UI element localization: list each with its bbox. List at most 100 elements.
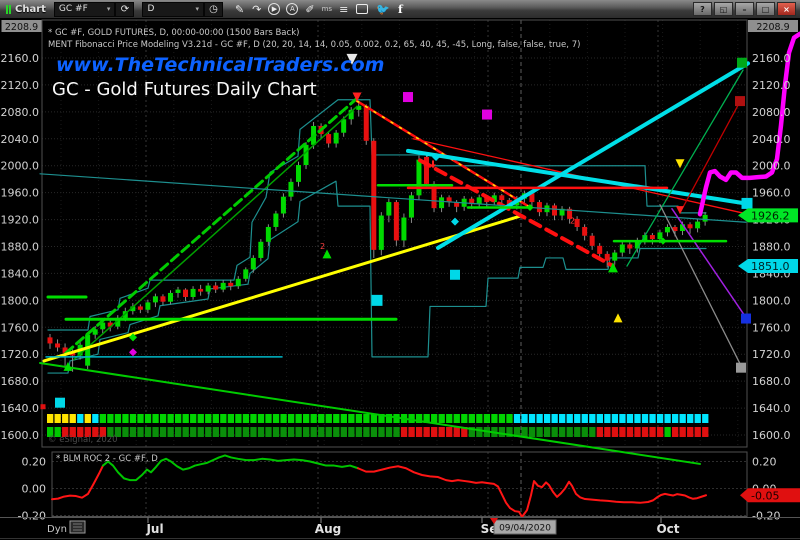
price-tick-label: 1680.0 bbox=[752, 375, 791, 388]
price-tick-label: 1600.0 bbox=[752, 429, 791, 442]
square-marker bbox=[371, 294, 383, 306]
trendline bbox=[418, 158, 615, 269]
triangle-up-marker bbox=[613, 313, 623, 323]
indicator-label: * BLM ROC 2 - GC #F, D bbox=[56, 454, 158, 464]
indicator-value-tag-label: -0.05 bbox=[751, 489, 779, 502]
square-marker bbox=[741, 197, 753, 209]
maximize-button[interactable]: □ bbox=[756, 2, 775, 16]
price-tick-label: 1800.0 bbox=[752, 294, 791, 307]
ms-label[interactable]: ms bbox=[322, 5, 332, 13]
refresh-icon: ⟳ bbox=[120, 3, 130, 15]
symbol-dropdown[interactable]: GC #F ▾ bbox=[53, 1, 116, 17]
price-tick-label: 2040.0 bbox=[752, 133, 791, 146]
help-button[interactable]: ? bbox=[693, 2, 712, 16]
symbol-description-line: * GC #F, GOLD FUTURES, D, 00:00-00:00 (1… bbox=[48, 28, 300, 38]
indicator-tick-label: -0.20 bbox=[752, 510, 780, 523]
price-tick-label: 2040.0 bbox=[1, 133, 40, 146]
roc-series bbox=[51, 464, 104, 501]
trendline bbox=[73, 105, 358, 361]
price-tick-label: 1680.0 bbox=[1, 375, 40, 388]
square-marker bbox=[735, 96, 745, 107]
play-icon[interactable]: ▶ bbox=[268, 3, 281, 15]
price-tick-label: 1760.0 bbox=[1, 321, 40, 334]
trendline bbox=[679, 99, 742, 214]
indicator-tick-label: -0.20 bbox=[18, 510, 46, 523]
price-tick-label: 2080.0 bbox=[1, 106, 40, 119]
twitter-icon[interactable]: 🐦 bbox=[376, 4, 390, 15]
last-price-tag-label: 1926.2 bbox=[751, 209, 790, 222]
square-marker bbox=[741, 313, 751, 324]
chat-bubble-icon[interactable] bbox=[356, 4, 369, 14]
month-label: Jul bbox=[145, 522, 163, 536]
chart-window-icon bbox=[6, 4, 11, 14]
window-buttons: ? ◱ – □ × bbox=[693, 2, 796, 16]
minimize-button[interactable]: – bbox=[735, 2, 754, 16]
facebook-icon[interactable]: f bbox=[398, 3, 403, 16]
gray-square-marker bbox=[736, 362, 746, 373]
dyn-label: Dyn bbox=[47, 524, 67, 535]
square-marker bbox=[737, 57, 747, 68]
auto-replay-icon[interactable]: A bbox=[286, 3, 299, 15]
clock-icon: ◷ bbox=[209, 3, 218, 15]
eraser-icon[interactable]: ✐ bbox=[305, 4, 314, 15]
price-tick-label: 1720.0 bbox=[752, 348, 791, 361]
date-axis: Jul Aug Se OctDyn 09/04/2020 bbox=[0, 517, 800, 539]
interval-value: D bbox=[147, 4, 155, 14]
price-tick-label: 1920.0 bbox=[1, 214, 40, 227]
trendline bbox=[356, 100, 529, 207]
chevron-down-icon: ▾ bbox=[195, 5, 199, 13]
square-marker bbox=[55, 397, 65, 408]
price-tick-label: 2000.0 bbox=[1, 160, 40, 173]
redo-arrow-icon[interactable]: ↷ bbox=[252, 4, 261, 15]
chevron-down-icon: ▾ bbox=[106, 5, 111, 13]
watermark-link[interactable]: www.TheTechnicalTraders.com bbox=[56, 54, 384, 76]
price-tick-label: 1840.0 bbox=[1, 267, 40, 280]
indicator-tick-label: 0.00 bbox=[22, 483, 47, 496]
trendline bbox=[659, 204, 743, 369]
pencil-icon[interactable]: ✎ bbox=[235, 4, 244, 15]
triangle-down-marker bbox=[675, 159, 685, 169]
diamond-marker bbox=[129, 348, 137, 357]
indicator-tick-label: 0.20 bbox=[752, 456, 777, 469]
watchlist-icon[interactable]: ≡ bbox=[339, 4, 348, 15]
svg-text:2208.9: 2208.9 bbox=[756, 22, 789, 33]
refresh-data-button[interactable]: ⟳ bbox=[115, 1, 135, 17]
price-tick-label: 1600.0 bbox=[1, 429, 40, 442]
price-tick-label: 1760.0 bbox=[752, 321, 791, 334]
price-tick-label: 2000.0 bbox=[752, 160, 791, 173]
close-button[interactable]: × bbox=[777, 2, 796, 16]
month-label: Oct bbox=[656, 522, 679, 536]
trendline bbox=[39, 361, 701, 465]
month-label: Aug bbox=[315, 522, 341, 536]
indicator-tick-label: 0.20 bbox=[22, 456, 47, 469]
page-title: GC - Gold Futures Daily Chart bbox=[52, 79, 317, 100]
diamond-marker bbox=[451, 217, 459, 226]
window-title: Chart bbox=[15, 3, 46, 15]
price-tick-label: 2160.0 bbox=[1, 52, 40, 65]
trendline bbox=[42, 214, 522, 363]
square-marker bbox=[482, 109, 492, 120]
time-template-button[interactable]: ◷ bbox=[203, 1, 223, 17]
price-tick-label: 1640.0 bbox=[1, 402, 40, 415]
envelope-lower-band bbox=[47, 180, 707, 374]
selected-date-label: 09/04/2020 bbox=[499, 524, 551, 534]
trendline bbox=[436, 61, 750, 250]
study-description-line: MENT Fibonacci Price Modeling V3.21d - G… bbox=[48, 40, 581, 50]
wave-label: 2 bbox=[570, 217, 575, 226]
square-marker bbox=[450, 269, 460, 280]
last-price-tag-label: 1851.0 bbox=[751, 260, 790, 273]
square-marker bbox=[40, 404, 46, 410]
price-tick-label: 2080.0 bbox=[752, 106, 791, 119]
price-tick-label: 1960.0 bbox=[1, 187, 40, 200]
restore-button[interactable]: ◱ bbox=[714, 2, 733, 16]
interval-dropdown[interactable]: D ▾ bbox=[142, 1, 204, 17]
price-tick-label: 1720.0 bbox=[1, 348, 40, 361]
copyright-label: © eSignal, 2020 bbox=[48, 435, 118, 445]
dyn-settings-icon[interactable] bbox=[69, 520, 86, 534]
price-tick-label: 2160.0 bbox=[752, 52, 791, 65]
price-tick-label: 1960.0 bbox=[752, 187, 791, 200]
price-tick-label: 1880.0 bbox=[1, 241, 40, 254]
drawing-toolbar: ✎ ↷ ▶ A ✐ ms ≡ 🐦 f bbox=[231, 3, 407, 16]
price-tick-label: 1640.0 bbox=[752, 402, 791, 415]
price-tick-label: 1880.0 bbox=[752, 241, 791, 254]
